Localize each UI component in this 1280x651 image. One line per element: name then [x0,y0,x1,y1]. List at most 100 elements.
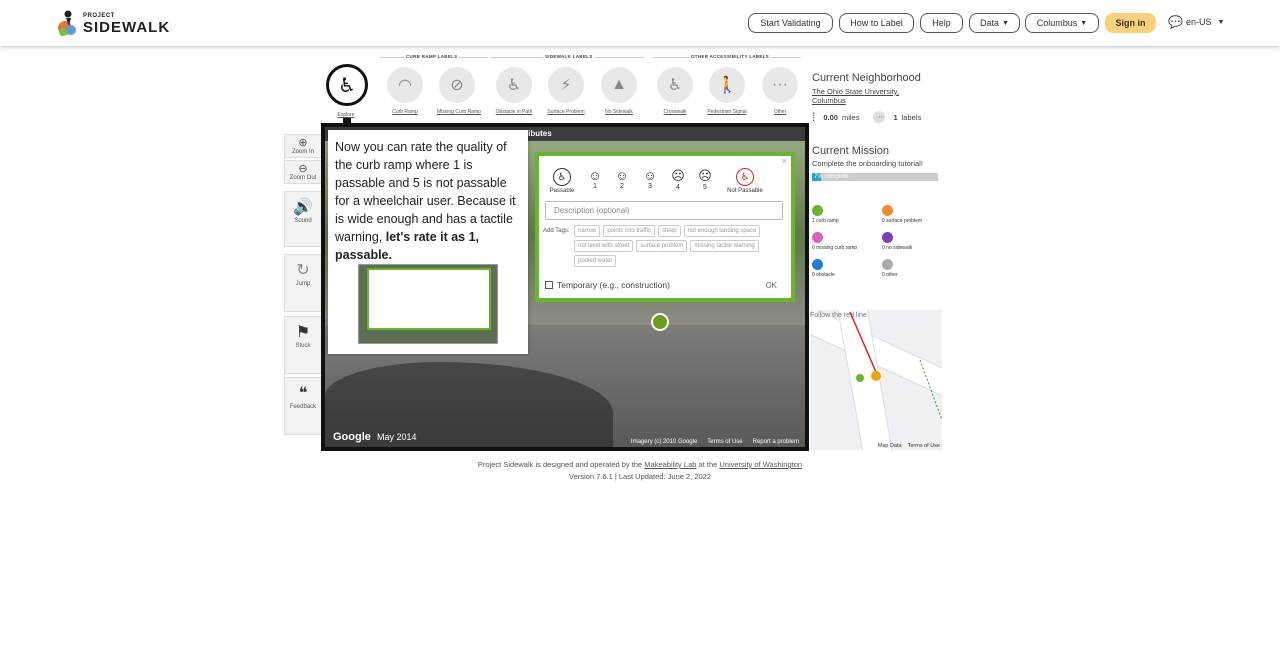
tool-crosswalk[interactable]: ♿ Crosswalk [655,67,695,115]
language-selector[interactable]: 💬 en-US ▼ [1168,15,1224,29]
sign-in-button[interactable]: Sign in [1105,13,1156,33]
data-dropdown[interactable]: Data ▼ [969,13,1020,33]
curb-ramp-label-marker[interactable] [651,313,669,331]
terms-link[interactable]: Terms of Use [707,439,742,445]
tag-not-level-with-street[interactable]: not level with street [574,240,634,252]
map-terms-link[interactable]: Terms of Use [908,443,940,449]
zoom-in-label: Zoom In [291,149,314,155]
temporary-label: Temporary (e.g., construction) [557,280,670,290]
severity-2[interactable]: ☺ 2 [611,168,633,190]
tool-explore[interactable]: ♿ Explore [326,64,368,118]
imagery-credit: Imagery (c) 2010 Google [630,439,698,445]
help-button[interactable]: Help [920,13,963,33]
caret-down-icon: ▼ [1080,19,1088,27]
footer-text: at the [698,460,718,469]
severity-4[interactable]: ☹ 4 [667,168,689,191]
stuck-button[interactable]: ⚑ Stuck [284,316,322,374]
count-other: 0 other [882,259,898,278]
count-surface-problem: 0 surface problem [882,205,922,224]
tag-steep[interactable]: steep [657,225,681,237]
temporary-checkbox[interactable]: Temporary (e.g., construction) [545,280,670,290]
severity-5[interactable]: ☹ 5 [694,168,716,191]
pano-footer: Imagery (c) 2010 Google Terms of Use Rep… [625,437,805,447]
tag-not-enough-landing-space[interactable]: not enough landing space [683,225,761,237]
tool-label: Obstacle in Path [495,109,533,115]
jump-button[interactable]: ↻ Jump [284,254,322,312]
university-link[interactable]: University of Washington [719,460,802,469]
sidewalk-group-label: SIDEWALK LABELS [543,54,595,59]
labels-icon: ··· [873,111,886,123]
distance-stats: ⁞ 0.00 miles ··· 1 labels [812,110,921,124]
stuck-label: Stuck [295,343,311,349]
report-problem-link[interactable]: Report a problem [753,439,799,445]
map-data-label: Map Data [877,443,902,449]
severity-3[interactable]: ☺ 3 [639,168,661,190]
tutorial-pointer [343,118,351,126]
tool-other[interactable]: ··· Other [760,67,800,115]
how-to-label-button[interactable]: How to Label [839,13,914,33]
curb-ramp-icon: ◠ [387,67,423,103]
tool-curb-ramp[interactable]: ◠ Curb Ramp [385,67,425,115]
miles-unit: miles [841,112,860,122]
tag-narrow[interactable]: narrow [574,225,601,237]
labels-count: 1 [893,112,898,122]
tool-no-sidewalk[interactable]: ▲ No Sidewalk [599,67,639,115]
zoom-out-icon: ⊖ [298,163,308,175]
neutral-face-icon: ☺ [643,168,657,183]
sound-button[interactable]: 🔊 Sound [284,191,322,247]
curb-ramp-dot-icon [812,205,823,216]
tool-label: Pedestrian Signal [707,109,747,115]
pedestrian-signal-icon: 🚶 [709,67,745,103]
mission-text: Complete the onboarding tutorial! [812,159,923,168]
obstacle-dot-icon [812,259,823,270]
tool-pedestrian-signal[interactable]: 🚶 Pedestrian Signal [707,67,747,115]
logo-icon [58,10,76,36]
missing-curb-ramp-icon: ⊘ [439,67,475,103]
tool-label: Missing Curb Ramp [437,109,481,115]
neighborhood-link[interactable]: The Ohio State University, Columbus [812,87,922,105]
tag-surface-problem[interactable]: surface problem [636,240,688,252]
logo-title: SIDEWALK [83,19,171,36]
minimap[interactable]: Follow the red line Map Data Terms of Us… [810,310,942,450]
progress-text: 7% complete [814,174,849,180]
tool-obstacle[interactable]: ♿ Obstacle in Path [494,67,534,115]
current-neighborhood-section: Current Neighborhood The Ohio State Univ… [812,72,922,105]
description-input[interactable]: Description (optional) [545,201,783,220]
wheelchair-icon: ♿ [553,168,571,186]
no-sidewalk-icon: ▲ [601,67,637,103]
count-no-sidewalk: 0 no sidewalk [882,232,912,251]
tool-surface-problem[interactable]: ⚡ Surface Problem [546,67,586,115]
severity-1[interactable]: ☺ 1 [584,168,606,190]
language-icon: 💬 [1168,15,1183,29]
zoom-in-icon: ⊕ [298,137,308,149]
tool-label: Crosswalk [663,109,687,115]
smiley-icon: ☺ [615,168,629,183]
tag-list: narrow points into traffic steep not eno… [574,225,786,267]
makeability-lab-link[interactable]: Makeability Lab [644,460,696,469]
frown-icon: ☹ [698,168,712,183]
tool-label: Other [773,109,787,115]
passable-option[interactable]: ♿ Passable [545,168,579,194]
count-curb-ramp: 1 curb ramp [812,205,839,224]
zoom-in-button[interactable]: ⊕ Zoom In [284,134,322,158]
top-navbar: PROJECT SIDEWALK Start Validating How to… [0,0,1280,46]
surface-problem-dot-icon [882,205,893,216]
project-sidewalk-logo[interactable]: PROJECT SIDEWALK [57,10,171,38]
smiley-icon: ☺ [588,168,602,183]
ok-button[interactable]: OK [765,281,777,290]
not-passable-option[interactable]: ♿ Not Passable [721,168,769,194]
city-dropdown[interactable]: Columbus ▼ [1025,13,1099,33]
zoom-out-button[interactable]: ⊖ Zoom Out [284,160,322,184]
severity-rating-panel: × ♿ Passable ☺ 1 ☺ 2 ☺ 3 ☹ 4 ☹ 5 ♿ Not Passab… [535,152,795,302]
miles-value: 0.00 [823,112,838,122]
tag-points-into-traffic[interactable]: points into traffic [603,225,655,237]
tutorial-text: Now you can rate the quality of the curb… [335,140,516,262]
count-obstacle: 0 obstacle [812,259,835,278]
checkbox-icon[interactable] [545,281,553,289]
tag-pooled-water[interactable]: pooled water [574,255,617,267]
tag-missing-tactile-warning[interactable]: missing tactile warning [690,240,759,252]
start-validating-button[interactable]: Start Validating [748,13,833,33]
tool-missing-curb-ramp[interactable]: ⊘ Missing Curb Ramp [437,67,481,115]
feedback-button[interactable]: ❝ Feedback [284,377,322,435]
close-icon[interactable]: × [782,156,787,166]
